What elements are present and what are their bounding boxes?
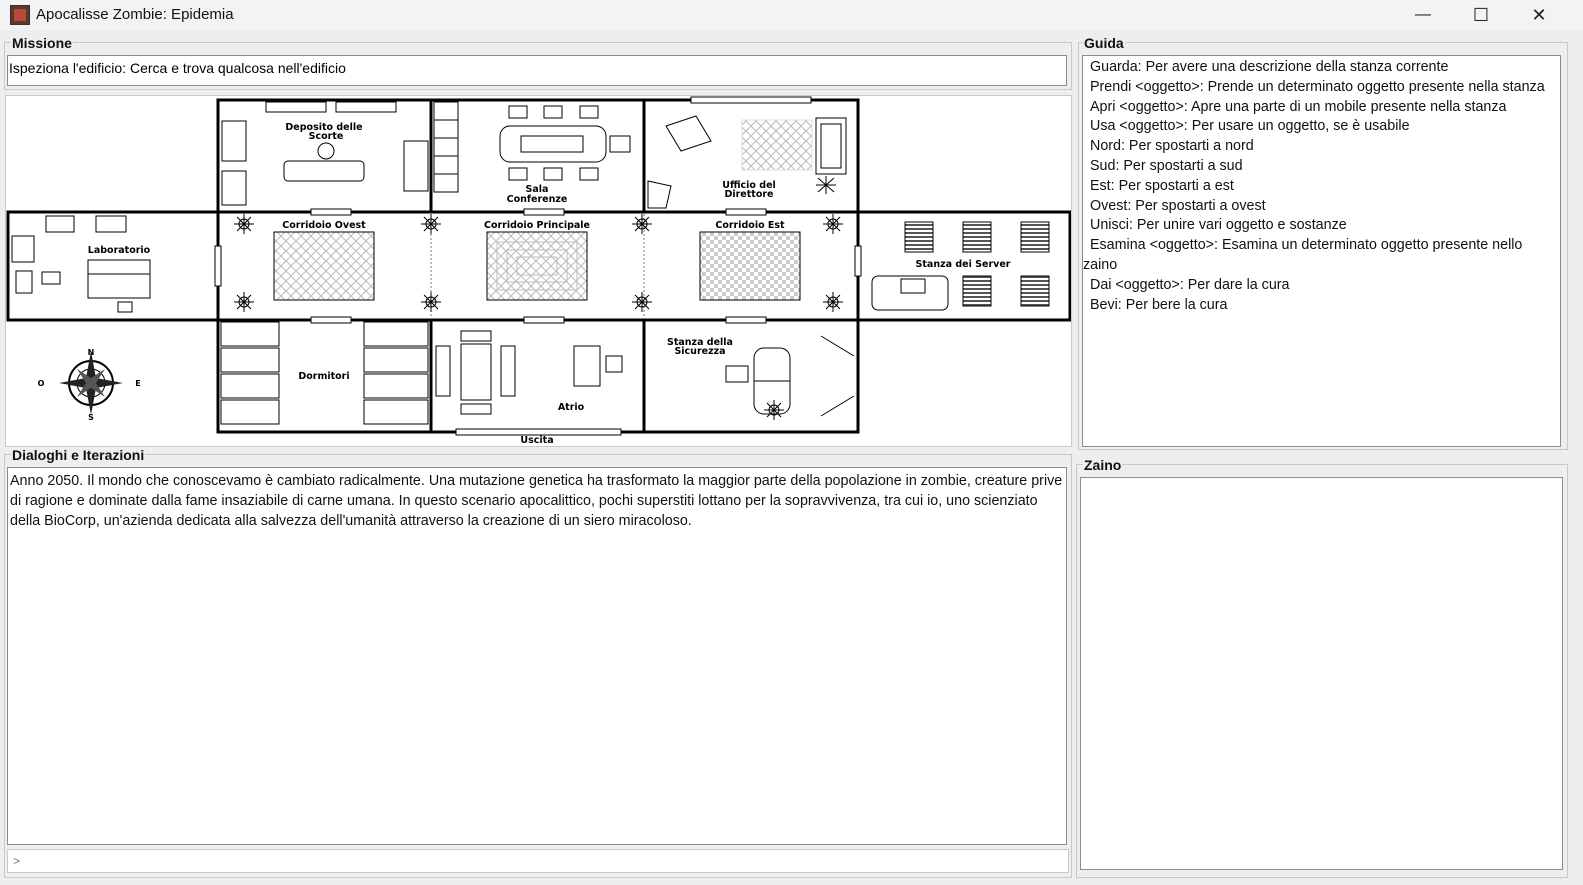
guide-line-nord: Nord: Per spostarti a nord [1090,138,1254,155]
guide-line-esamina: Esamina <oggetto>: Esamina un determinat… [1090,237,1523,254]
room-label-server: Stanza dei Server [916,259,1011,270]
title-bar: Apocalisse Zombie: Epidemia — ☐ ✕ [0,0,1583,30]
room-label-corridoio-est: Corridoio Est [715,220,785,231]
guide-line-sud: Sud: Per spostarti a sud [1090,157,1243,174]
inventory-label: Zaino [1083,457,1123,473]
guide-panel: Guarda: Per avere una descrizione della … [1082,55,1561,447]
room-label-ufficio-2: Direttore [724,189,773,200]
close-button[interactable]: ✕ [1510,0,1568,30]
compass-o: O [38,379,45,388]
maximize-button[interactable]: ☐ [1452,0,1510,30]
room-label-sala-2: Conferenze [507,194,568,205]
room-label-dormitori: Dormitori [298,371,349,382]
room-label-sicurezza-2: Sicurezza [674,346,725,357]
compass-icon [59,351,123,415]
guide-label: Guida [1083,35,1125,51]
guide-line-esamina-cont: zaino [1083,256,1118,273]
window-title: Apocalisse Zombie: Epidemia [36,6,234,23]
mission-text: Ispeziona l'edificio: Cerca e trova qual… [9,60,346,76]
room-label-corridoio-ovest: Corridoio Ovest [282,220,366,231]
building-map: N S E O Deposito delle Scorte Sala Confe… [6,96,1072,446]
compass-e: E [135,379,140,388]
guide-line-apri: Apri <oggetto>: Apre una parte di un mob… [1090,98,1507,115]
room-label-uscita: Uscita [520,435,553,446]
guide-line-dai: Dai <oggetto>: Per dare la cura [1090,276,1290,293]
mission-label: Missione [11,35,73,51]
app-icon [10,5,30,25]
guide-line-guarda: Guarda: Per avere una descrizione della … [1090,59,1449,75]
room-label-deposito-2: Scorte [309,131,344,142]
guide-line-ovest: Ovest: Per spostarti a ovest [1090,197,1266,214]
dialog-label: Dialoghi e Iterazioni [11,447,146,463]
inventory-list[interactable] [1080,477,1563,870]
room-label-corridoio-principale: Corridoio Principale [484,220,590,231]
guide-line-usa: Usa <oggetto>: Per usare un oggetto, se … [1090,118,1410,135]
room-label-laboratorio: Laboratorio [88,245,151,256]
compass-n: N [88,348,95,357]
guide-line-prendi: Prendi <oggetto>: Prende un determinato … [1090,78,1545,95]
dialog-text-area[interactable]: Anno 2050. Il mondo che conoscevamo è ca… [7,467,1067,845]
guide-line-unisci: Unisci: Per unire vari oggetto e sostanz… [1090,217,1347,234]
minimize-button[interactable]: — [1394,0,1452,30]
compass-s: S [88,413,94,422]
room-label-atrio: Atrio [558,402,585,413]
command-input[interactable] [7,849,1069,873]
guide-line-bevi: Bevi: Per bere la cura [1090,296,1228,313]
guide-line-est: Est: Per spostarti a est [1090,177,1234,194]
map-panel: N S E O Deposito delle Scorte Sala Confe… [5,95,1072,447]
